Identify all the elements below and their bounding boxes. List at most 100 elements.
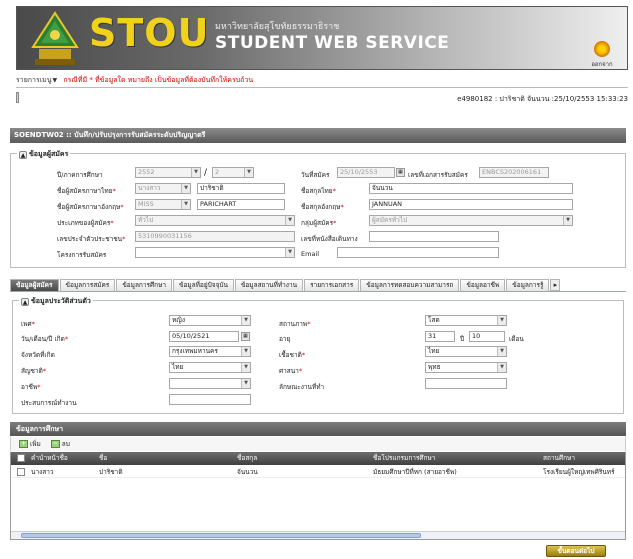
- project-select[interactable]: ▼: [135, 247, 295, 258]
- prefix-en-select[interactable]: MISS ▼: [135, 199, 191, 210]
- name-th-label: ชื่อผู้สมัครภาษาไทย*: [57, 187, 116, 195]
- birth-field[interactable]: 05/10/2521: [169, 331, 239, 342]
- semester-select[interactable]: 2 ▼: [212, 167, 254, 178]
- table-header: คำนำหน้าชื่อ ชื่อ ชื่อสกุล ชื่อโปรแกรมกา…: [11, 452, 625, 465]
- col-name[interactable]: ชื่อ: [99, 452, 107, 465]
- chevron-down-icon[interactable]: ▼: [53, 77, 58, 84]
- marital-label: สถานภาพ*: [279, 320, 311, 328]
- occupation-select[interactable]: ▼: [169, 378, 251, 389]
- birth-province-select[interactable]: กรุงเทพมหานคร ▼: [169, 346, 251, 357]
- chevron-down-icon: ▼: [497, 316, 506, 325]
- tab-scroll-right-icon[interactable]: ▸: [550, 279, 561, 291]
- collapse-icon[interactable]: ▲: [19, 150, 27, 159]
- work-exp-field[interactable]: [169, 394, 251, 405]
- service-title: STUDENT WEB SERVICE: [215, 33, 450, 53]
- study-table: คำนำหน้าชื่อ ชื่อ ชื่อสกุล ชื่อโปรแกรมกา…: [10, 452, 626, 540]
- surname-th-field[interactable]: จันนวน: [369, 183, 573, 194]
- collapse-icon[interactable]: ▲: [21, 297, 29, 306]
- name-en-field[interactable]: PARICHART: [197, 199, 285, 210]
- main-menu-button[interactable]: รายการเมนู: [16, 76, 52, 84]
- religion-label: ศาสนา*: [279, 367, 303, 375]
- col-program[interactable]: ชื่อโปรแกรมการศึกษา: [373, 452, 435, 465]
- calendar-icon[interactable]: ▦: [396, 168, 405, 177]
- study-toolbar: + เพิ่ม − ลบ: [10, 437, 626, 451]
- tab-documents[interactable]: รายการเอกสาร: [304, 279, 360, 291]
- type-select[interactable]: ทั่วไป ▼: [135, 215, 295, 226]
- job-char-label: ลักษณะงานที่ทำ: [279, 383, 325, 391]
- applicant-legend[interactable]: ▲ ข้อมูลผู้สมัคร: [17, 149, 71, 160]
- cell-program: มัธยมศึกษาปีที่หก (สายอาชีพ): [373, 468, 457, 476]
- scrollbar-thumb[interactable]: [21, 533, 421, 538]
- tab-ability-test[interactable]: ข้อมูลการทดสอบความสามารถ: [360, 279, 460, 291]
- col-prefix[interactable]: คำนำหน้าชื่อ: [31, 452, 68, 465]
- chevron-down-icon: ▼: [563, 216, 572, 225]
- delete-icon: −: [50, 440, 60, 448]
- university-name: มหาวิทยาลัยสุโขทัยธรรมาธิราช: [215, 22, 340, 32]
- nationality-select[interactable]: ไทย ▼: [169, 362, 251, 373]
- job-char-field[interactable]: [425, 378, 507, 389]
- tab-applicant[interactable]: ข้อมูลผู้สมัคร: [10, 279, 59, 291]
- prefix-th-select[interactable]: นางสาว ▼: [135, 183, 191, 194]
- apply-date-field: 25/10/2553: [337, 167, 395, 178]
- chevron-down-icon: ▼: [181, 184, 190, 193]
- sex-select[interactable]: หญิง ▼: [169, 315, 251, 326]
- name-th-field[interactable]: ปาริชาติ: [197, 183, 285, 194]
- logout-icon: [594, 41, 610, 57]
- tab-current-address[interactable]: ข้อมูลที่อยู่ปัจจุบัน: [173, 279, 234, 291]
- horizontal-scrollbar[interactable]: [11, 531, 625, 539]
- nationality-label: สัญชาติ*: [21, 367, 47, 375]
- passport-field[interactable]: [369, 231, 499, 242]
- cell-prefix: นางสาว: [31, 468, 54, 476]
- personal-legend-label: ข้อมูลประวัติส่วนตัว: [31, 297, 91, 305]
- chevron-down-icon: ▼: [241, 347, 250, 356]
- add-button[interactable]: + เพิ่ม: [19, 439, 41, 449]
- chevron-down-icon: ▼: [285, 248, 294, 257]
- birth-label: วัน/เดือน/ปี เกิด*: [21, 335, 69, 343]
- surname-en-label: ชื่อสกุลอังกฤษ*: [301, 203, 344, 211]
- tab-education[interactable]: ข้อมูลการศึกษา: [116, 279, 173, 291]
- personal-fieldset: ▲ ข้อมูลประวัติส่วนตัว เพศ* หญิง ▼ สถานภา…: [12, 296, 624, 414]
- study-section-title: ข้อมูลการศึกษา: [10, 422, 626, 436]
- surname-en-field[interactable]: JANNUAN: [369, 199, 573, 210]
- delete-button[interactable]: − ลบ: [50, 439, 70, 449]
- brand-logo-text: STOU: [89, 11, 210, 55]
- cell-name: ปาริชาติ: [99, 468, 123, 476]
- occupation-label: อาชีพ*: [21, 383, 41, 391]
- tab-knowledge[interactable]: ข้อมูลการรู้: [506, 279, 550, 291]
- select-all-checkbox[interactable]: [17, 454, 25, 462]
- doc-no-field: ENBCS202006161: [479, 167, 549, 178]
- group-select[interactable]: ผู้สมัครทั่วไป ▼: [369, 215, 573, 226]
- religion-select[interactable]: พุทธ ▼: [425, 362, 507, 373]
- applicant-fieldset: ▲ ข้อมูลผู้สมัคร ปี/ภาคการศึกษา 2552 ▼ / …: [10, 149, 626, 268]
- personal-legend[interactable]: ▲ ข้อมูลประวัติส่วนตัว: [19, 296, 93, 307]
- age-years-field: 31: [425, 331, 455, 342]
- tab-strip: ข้อมูลผู้สมัคร ข้อมูลการสมัคร ข้อมูลการศ…: [10, 278, 626, 292]
- sex-label: เพศ*: [21, 320, 35, 328]
- academic-year-select[interactable]: 2552 ▼: [135, 167, 201, 178]
- chevron-down-icon: ▼: [241, 316, 250, 325]
- splitter-handle[interactable]: [16, 92, 19, 103]
- table-row[interactable]: นางสาว ปาริชาติ จันนวน มัธยมศึกษาปีที่หก…: [11, 466, 625, 478]
- name-en-label: ชื่อผู้สมัครภาษาอังกฤษ*: [57, 203, 124, 211]
- col-school[interactable]: สถานศึกษา: [543, 452, 625, 465]
- col-surname[interactable]: ชื่อสกุล: [237, 452, 257, 465]
- age-label: อายุ: [279, 335, 291, 343]
- ethnicity-select[interactable]: ไทย ▼: [425, 346, 507, 357]
- chevron-down-icon: ▼: [244, 168, 253, 177]
- email-field[interactable]: [337, 247, 499, 258]
- page-title: SOENDTW02 :: บันทึก/ปรับปรุงการรับสมัครร…: [10, 128, 626, 143]
- next-step-button[interactable]: ขั้นตอนต่อไป: [546, 545, 606, 557]
- logout-label: ออกจากระบบ: [591, 61, 613, 68]
- tab-workplace[interactable]: ข้อมูลสถานที่ทำงาน: [234, 279, 304, 291]
- row-checkbox[interactable]: [17, 468, 25, 476]
- type-label: ประเภทของผู้สมัคร*: [57, 219, 114, 227]
- tab-occupation[interactable]: ข้อมูลอาชีพ: [460, 279, 506, 291]
- chevron-down-icon: ▼: [181, 200, 190, 209]
- tab-application[interactable]: ข้อมูลการสมัคร: [59, 279, 116, 291]
- logout-button[interactable]: ออกจากระบบ: [585, 41, 619, 69]
- menu-bar: รายการเมนู▼ กรณีที่มี * ที่ข้อมูลใด หมาย…: [16, 74, 628, 88]
- calendar-icon[interactable]: ▦: [241, 332, 250, 341]
- chevron-down-icon: ▼: [285, 216, 294, 225]
- marital-select[interactable]: โสด ▼: [425, 315, 507, 326]
- age-months-field: 10: [469, 331, 505, 342]
